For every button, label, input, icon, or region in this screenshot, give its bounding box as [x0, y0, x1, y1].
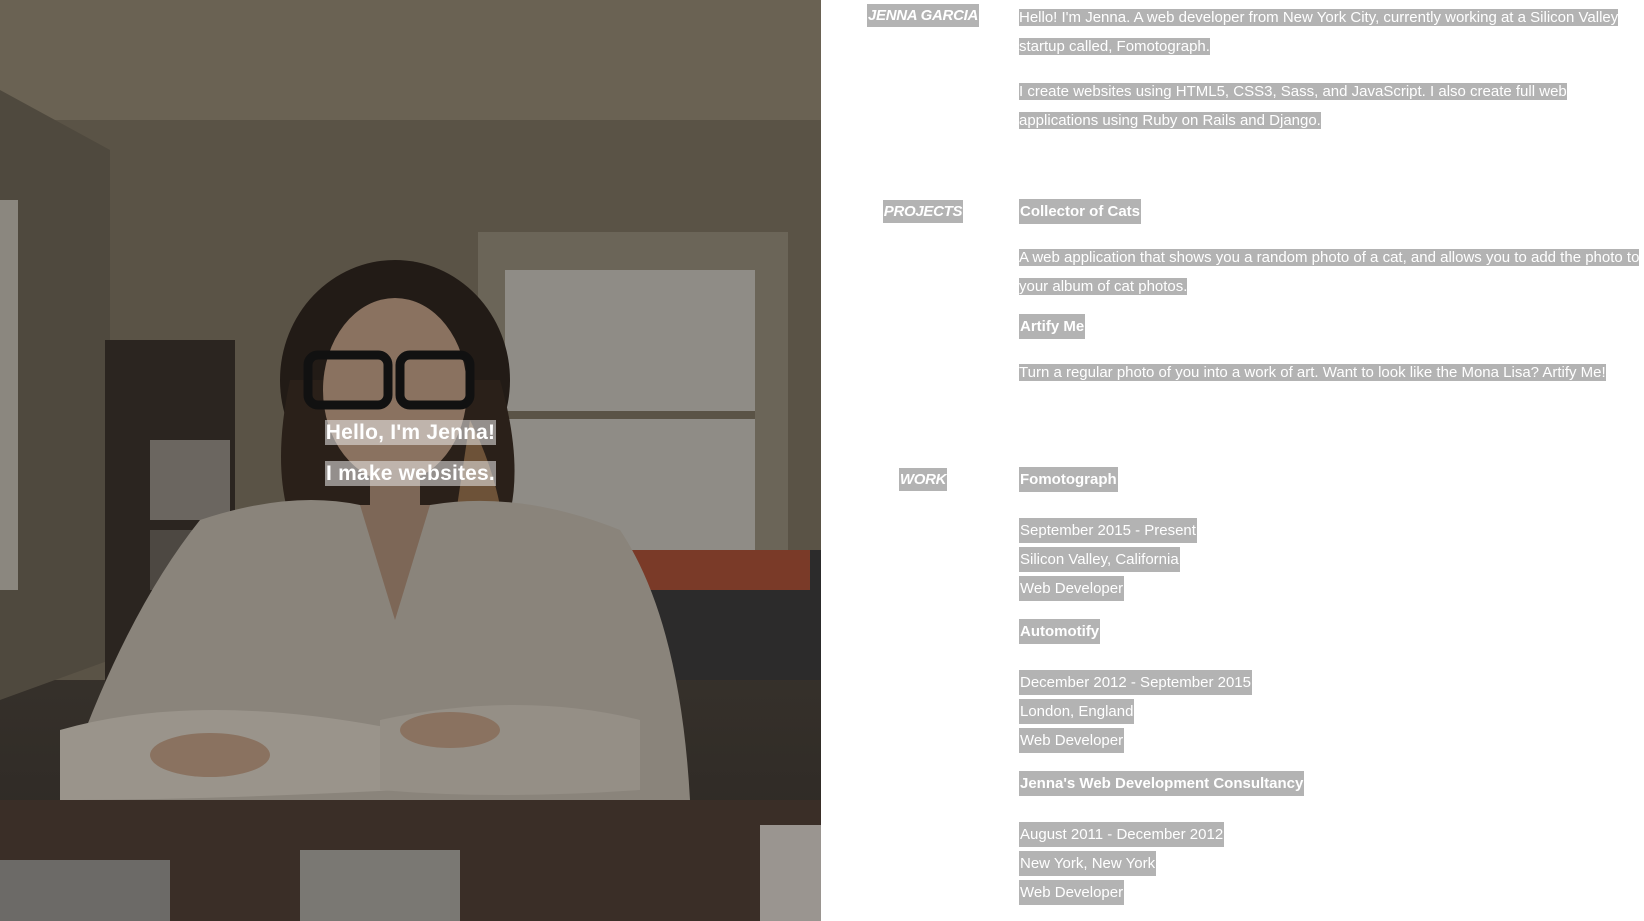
work-role-text: Web Developer — [1019, 728, 1125, 753]
hero-greeting: Hello, I'm Jenna! — [324, 420, 497, 445]
work-company: Jenna's Web Development Consultancy — [1019, 771, 1644, 796]
project-description: A web application that shows you a rando… — [1019, 243, 1644, 301]
about-paragraph-1: Hello! I'm Jenna. A web developer from N… — [1019, 9, 1619, 55]
work-section: Fomotograph September 2015 - Present Sil… — [1019, 467, 1644, 907]
work-company: Fomotograph — [1019, 467, 1644, 492]
about-label: JENNA GARCIA — [833, 4, 1013, 27]
project-description-collector-of-cats: A web application that shows you a rando… — [1019, 249, 1640, 295]
work-location: London, England — [1019, 697, 1644, 726]
work-company: Automotify — [1019, 619, 1644, 644]
project-description-artify-me: Turn a regular photo of you into a work … — [1019, 364, 1606, 381]
work-company-automotify: Automotify — [1019, 619, 1101, 644]
work-role: Web Developer — [1019, 726, 1644, 755]
project-title: Collector of Cats — [1019, 199, 1644, 224]
work-dates: September 2015 - Present — [1019, 516, 1644, 545]
work-dates-text: September 2015 - Present — [1019, 518, 1197, 543]
project-title: Artify Me — [1019, 314, 1644, 339]
project-title-artify-me: Artify Me — [1019, 314, 1086, 339]
hero-heading-line2: I make websites. — [0, 461, 821, 486]
hero-tagline: I make websites. — [325, 461, 496, 486]
work-role-text: Web Developer — [1019, 576, 1125, 601]
projects-label: PROJECTS — [833, 200, 1013, 223]
work-dates: August 2011 - December 2012 — [1019, 820, 1644, 849]
about-paragraph: Hello! I'm Jenna. A web developer from N… — [1019, 3, 1644, 61]
work-role-text: Web Developer — [1019, 880, 1125, 905]
project-title-collector-of-cats: Collector of Cats — [1019, 199, 1142, 224]
work-company-fomotograph: Fomotograph — [1019, 467, 1118, 492]
work-location: New York, New York — [1019, 849, 1644, 878]
projects-section: Collector of Cats A web application that… — [1019, 199, 1644, 387]
projects-label-text: PROJECTS — [882, 200, 964, 223]
work-location: Silicon Valley, California — [1019, 545, 1644, 574]
project-description: Turn a regular photo of you into a work … — [1019, 358, 1644, 387]
work-location-text: Silicon Valley, California — [1019, 547, 1180, 572]
work-role: Web Developer — [1019, 878, 1644, 907]
work-company-consultancy: Jenna's Web Development Consultancy — [1019, 771, 1305, 796]
work-details: September 2015 - Present Silicon Valley,… — [1019, 516, 1644, 603]
hero-photo: Hello, I'm Jenna! I make websites. — [0, 0, 821, 921]
about-paragraph: I create websites using HTML5, CSS3, Sas… — [1019, 77, 1644, 135]
work-details: August 2011 - December 2012 New York, Ne… — [1019, 820, 1644, 907]
work-dates-text: August 2011 - December 2012 — [1019, 822, 1225, 847]
work-dates-text: December 2012 - September 2015 — [1019, 670, 1252, 695]
about-paragraph-2: I create websites using HTML5, CSS3, Sas… — [1019, 83, 1567, 129]
work-label-text: WORK — [898, 468, 948, 491]
work-location-text: New York, New York — [1019, 851, 1157, 876]
about-label-text: JENNA GARCIA — [866, 4, 980, 27]
hero-heading-line1: Hello, I'm Jenna! — [0, 420, 821, 445]
work-location-text: London, England — [1019, 699, 1135, 724]
work-label: WORK — [833, 468, 1013, 491]
work-dates: December 2012 - September 2015 — [1019, 668, 1644, 697]
about-section: Hello! I'm Jenna. A web developer from N… — [1019, 3, 1644, 135]
work-role: Web Developer — [1019, 574, 1644, 603]
work-details: December 2012 - September 2015 London, E… — [1019, 668, 1644, 755]
